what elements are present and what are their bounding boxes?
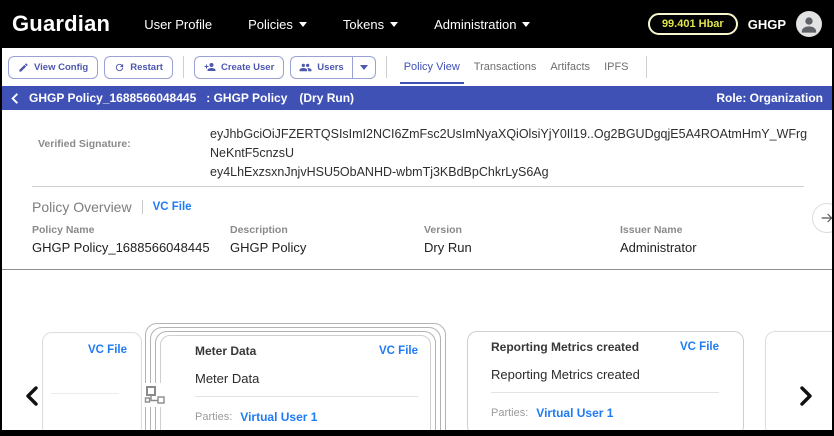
users-button[interactable]: Users	[291, 57, 351, 78]
brand-logo: Guardian	[12, 11, 111, 36]
main-nav: User Profile Policies Tokens Administrat…	[144, 16, 531, 32]
people-icon	[299, 63, 312, 71]
policy-fields: Policy Name GHGP Policy_1688566048445 De…	[32, 224, 832, 255]
parties-label: Parties:	[491, 407, 529, 419]
nav-tokens[interactable]: Tokens	[342, 16, 399, 32]
card-title: Meter Data	[195, 344, 257, 358]
caret-down-icon	[298, 22, 307, 27]
field-label: Policy Name	[32, 224, 95, 236]
tab-artifacts[interactable]: Artifacts	[543, 48, 597, 86]
card-divider	[195, 396, 418, 397]
policy-tabs: Policy View Transactions Artifacts IPFS	[397, 48, 636, 86]
workflow-blocks-icon	[143, 383, 167, 407]
restart-label: Restart	[130, 61, 163, 73]
chevron-left-icon	[26, 386, 38, 406]
policy-toolbar: View Config Restart Create User Users Po…	[2, 48, 832, 86]
person-add-icon	[204, 63, 216, 71]
policy-overview-title: Policy Overview	[32, 199, 132, 215]
chevron-left-icon	[11, 92, 19, 104]
card-body-text: Reporting Metrics created	[491, 367, 640, 382]
caret-down-icon	[522, 22, 531, 27]
account-label: GHGP	[747, 16, 786, 32]
field-label: Version	[424, 224, 462, 236]
parties-label: Parties:	[195, 411, 233, 423]
policy-subtitle: : GHGP Policy	[206, 91, 288, 105]
field-label: Issuer Name	[620, 224, 683, 236]
party-virtual-user-link[interactable]: Virtual User 1	[536, 406, 613, 420]
verified-signature-value: eyJhbGciOiJFZERTQSIsImI2NCI6ZmFsc2UsImNy…	[210, 125, 810, 182]
navbar-right: 99.401 Hbar GHGP	[647, 11, 822, 37]
field-value: Dry Run	[424, 240, 472, 255]
card-divider	[491, 392, 719, 393]
policy-name: GHGP Policy_1688566048445	[29, 91, 197, 105]
tab-ipfs[interactable]: IPFS	[597, 48, 635, 86]
verified-signature-label: Verified Signature:	[38, 138, 131, 150]
field-version: Version Dry Run	[424, 224, 620, 255]
field-policy-name: Policy Name GHGP Policy_1688566048445	[32, 224, 230, 255]
field-value: GHGP Policy	[230, 240, 307, 255]
overview-vc-file-link[interactable]: VC File	[153, 201, 192, 213]
users-label: Users	[317, 61, 344, 73]
section-divider	[32, 186, 804, 187]
carousel-next-button[interactable]	[796, 384, 816, 408]
users-split-button: Users	[290, 55, 376, 79]
top-navbar: Guardian User Profile Policies Tokens Ad…	[2, 0, 832, 48]
policy-overview-header: Policy Overview VC File	[32, 199, 192, 215]
role-label: Role: Organization	[716, 91, 823, 105]
field-description: Description GHGP Policy	[230, 224, 424, 255]
view-config-label: View Config	[34, 61, 89, 73]
nav-user-profile[interactable]: User Profile	[144, 17, 212, 32]
restart-button[interactable]: Restart	[104, 55, 173, 79]
toolbar-divider	[385, 56, 387, 78]
party-virtual-user-link[interactable]: Virtual User 1	[240, 410, 317, 424]
tab-policy-view[interactable]: Policy View	[397, 48, 467, 86]
view-config-button[interactable]: View Config	[8, 55, 99, 79]
caret-down-icon	[390, 22, 399, 27]
vc-card-meter-data: Meter Data VC File Meter Data Parties: V…	[160, 335, 431, 430]
vc-card-reporting-metrics: Reporting Metrics created VC File Report…	[467, 331, 744, 430]
card-divider	[51, 393, 119, 394]
create-user-label: Create User	[220, 61, 275, 73]
card-title: Reporting Metrics created	[491, 340, 640, 354]
guardian-app-window: Guardian User Profile Policies Tokens Ad…	[0, 0, 834, 436]
caret-down-icon	[359, 64, 368, 70]
hbar-balance-badge[interactable]: 99.401 Hbar	[647, 13, 738, 35]
chevron-right-icon	[800, 386, 812, 406]
card-body-text: Meter Data	[195, 371, 260, 386]
vc-file-link[interactable]: VC File	[680, 341, 719, 353]
user-avatar-icon[interactable]	[796, 11, 822, 37]
header-divider	[141, 200, 143, 214]
users-dropdown-button[interactable]	[351, 56, 375, 78]
vc-card-partial-left: VC File	[42, 332, 142, 430]
nav-tokens-label: Tokens	[342, 16, 385, 32]
nav-administration[interactable]: Administration	[434, 16, 531, 32]
pencil-icon	[19, 62, 28, 72]
vc-file-link[interactable]: VC File	[88, 344, 127, 356]
content-divider	[2, 269, 832, 270]
field-label: Description	[230, 224, 288, 236]
field-value: Administrator	[620, 240, 697, 255]
toolbar-divider	[645, 56, 647, 78]
nav-policies-label: Policies	[248, 16, 293, 32]
refresh-icon	[116, 63, 124, 71]
vc-card-stack: Meter Data VC File Meter Data Parties: V…	[145, 323, 446, 430]
carousel-prev-button[interactable]	[22, 384, 42, 408]
nav-user-profile-label: User Profile	[144, 16, 213, 32]
policy-mode-badge: (Dry Run)	[299, 91, 355, 105]
nav-administration-label: Administration	[434, 16, 517, 32]
create-user-button[interactable]: Create User	[193, 55, 285, 79]
policy-header-bar: GHGP Policy_1688566048445 : GHGP Policy …	[2, 86, 832, 110]
back-button[interactable]	[11, 92, 19, 104]
toolbar-divider	[182, 56, 184, 78]
nav-policies[interactable]: Policies	[248, 17, 307, 32]
field-value: GHGP Policy_1688566048445	[32, 240, 210, 255]
signature-line-1: eyJhbGciOiJFZERTQSIsImI2NCI6ZmFsc2UsImNy…	[210, 127, 808, 160]
tab-transactions[interactable]: Transactions	[467, 48, 544, 86]
field-issuer-name: Issuer Name Administrator	[620, 224, 697, 255]
signature-line-2: ey4LhExzsxnJnjvHSU5ObANHD-wbmTj3KBdBpChk…	[210, 165, 549, 179]
vc-file-link[interactable]: VC File	[379, 345, 418, 357]
